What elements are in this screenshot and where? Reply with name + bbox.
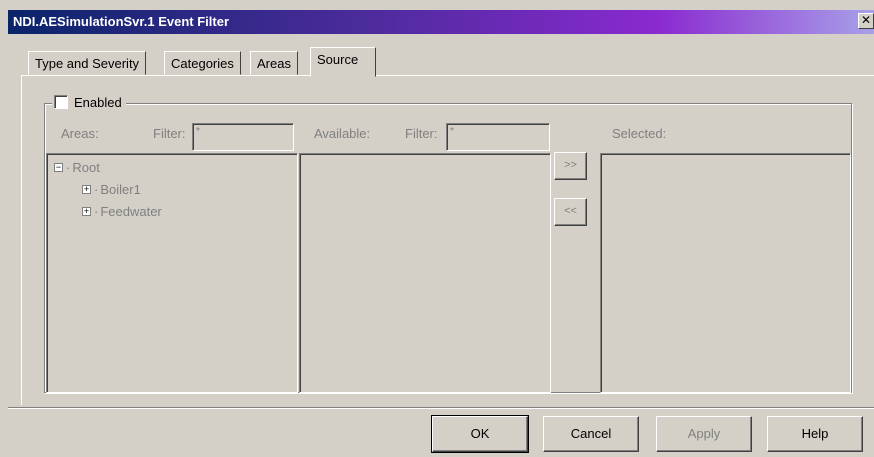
cancel-button[interactable]: Cancel [543, 416, 639, 452]
areas-filter-label: Filter: [153, 126, 186, 141]
tab-label: Categories [171, 56, 234, 71]
enabled-label: Enabled [74, 94, 122, 110]
collapse-icon[interactable]: − [54, 163, 63, 172]
tab-label: Type and Severity [35, 56, 140, 71]
separator [8, 407, 874, 409]
apply-button[interactable]: Apply [656, 416, 752, 452]
areas-filter-input[interactable]: * [192, 123, 294, 151]
expand-icon[interactable]: + [82, 207, 91, 216]
available-filter-input[interactable]: * [446, 123, 550, 151]
selected-label: Selected: [612, 126, 667, 141]
tree-item-root[interactable]: − · Root [54, 160, 100, 175]
cancel-button-label: Cancel [570, 426, 612, 441]
tab-categories[interactable]: Categories [164, 51, 241, 75]
tab-type-and-severity[interactable]: Type and Severity [28, 51, 147, 75]
help-button-label: Help [801, 426, 829, 441]
areas-tree[interactable]: − · Root + · Boiler1 + · Feedwater [46, 153, 298, 393]
areas-filter-value: * [196, 126, 200, 137]
tab-source[interactable]: Source [310, 47, 376, 77]
add-selected-button[interactable]: >> [554, 152, 587, 180]
help-button[interactable]: Help [767, 416, 863, 452]
add-button-label: >> [564, 159, 577, 171]
tree-item-feedwater[interactable]: + · Feedwater [82, 204, 162, 219]
title-bar[interactable]: NDI.AESimulationSvr.1 Event Filter ✕ [8, 10, 874, 34]
enabled-checkbox[interactable] [54, 95, 68, 109]
tree-connector: · [94, 204, 99, 219]
available-list[interactable] [299, 153, 551, 393]
tab-areas[interactable]: Areas [250, 51, 298, 75]
apply-button-label: Apply [687, 426, 721, 441]
tab-label: Areas [257, 56, 291, 71]
tree-item-label: Root [72, 160, 100, 175]
areas-label: Areas: [61, 126, 99, 141]
close-button[interactable]: ✕ [858, 13, 874, 29]
remove-button-label: << [564, 205, 577, 217]
selected-list[interactable] [600, 153, 851, 393]
tree-connector: · [94, 182, 99, 197]
available-filter-value: * [450, 126, 454, 137]
event-filter-dialog: NDI.AESimulationSvr.1 Event Filter ✕ Typ… [0, 0, 874, 457]
available-label: Available: [314, 126, 371, 141]
tree-connector: · [66, 160, 71, 175]
tree-item-label: Boiler1 [100, 182, 141, 197]
enabled-toggle[interactable]: Enabled [52, 92, 126, 112]
tab-label: Source [317, 52, 359, 67]
ok-button[interactable]: OK [431, 415, 529, 453]
available-filter-label: Filter: [405, 126, 438, 141]
window-title: NDI.AESimulationSvr.1 Event Filter [13, 14, 229, 29]
close-icon: ✕ [860, 13, 872, 27]
expand-icon[interactable]: + [82, 185, 91, 194]
ok-button-label: OK [470, 426, 490, 441]
tree-item-label: Feedwater [100, 204, 162, 219]
remove-selected-button[interactable]: << [554, 198, 587, 226]
tree-item-boiler1[interactable]: + · Boiler1 [82, 182, 141, 197]
